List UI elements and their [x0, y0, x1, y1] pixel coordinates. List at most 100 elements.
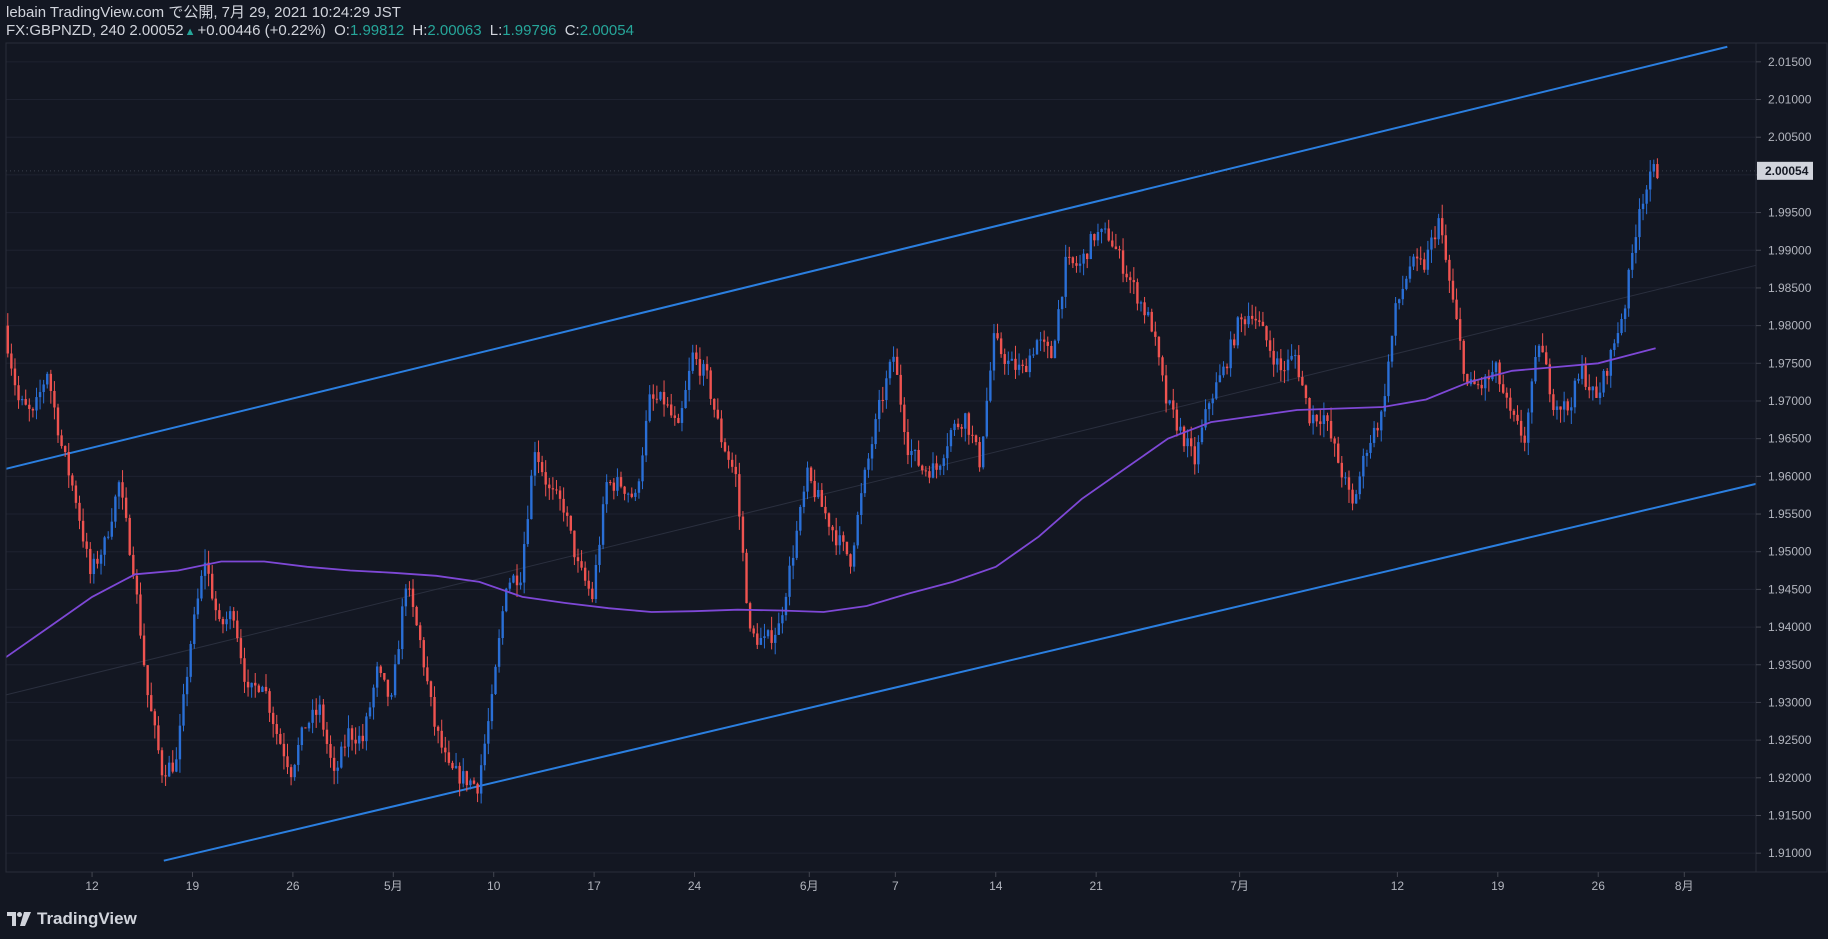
- candle-body: [1014, 358, 1017, 370]
- candle-body: [1050, 345, 1053, 359]
- candle-body: [713, 398, 716, 410]
- candle-body: [1437, 218, 1440, 240]
- candle-body: [444, 747, 447, 753]
- candle-body: [1315, 414, 1318, 422]
- price-tick-label: 1.91500: [1768, 808, 1812, 822]
- candle-body: [781, 615, 784, 624]
- candle-body: [1161, 357, 1164, 376]
- candle-body: [1369, 442, 1372, 453]
- candle-body: [791, 557, 795, 566]
- candle-body: [616, 477, 619, 491]
- candle-body: [974, 435, 978, 443]
- candle-body: [1301, 377, 1304, 386]
- candle-body: [167, 762, 171, 777]
- candle-body: [297, 744, 300, 765]
- candle-body: [899, 374, 902, 405]
- candle-body: [429, 681, 433, 697]
- candle-body: [730, 459, 734, 467]
- candle-body: [1258, 320, 1261, 322]
- candle-body: [716, 409, 720, 419]
- candle-body: [533, 452, 537, 476]
- candle-body: [1003, 354, 1006, 364]
- candle-body: [1132, 280, 1136, 283]
- candle-body: [1276, 358, 1279, 365]
- candle-body: [53, 390, 56, 408]
- candle-body: [1175, 409, 1179, 431]
- candle-body: [515, 575, 519, 586]
- candle-body: [28, 404, 31, 409]
- candle-body: [680, 408, 684, 423]
- candle-body: [311, 709, 314, 723]
- candle-body: [1580, 365, 1584, 379]
- candle-body: [1541, 345, 1544, 353]
- candle-body: [1114, 246, 1118, 250]
- candle-body: [390, 695, 393, 697]
- candle-body: [526, 519, 529, 545]
- candle-body: [329, 743, 332, 758]
- candle-body: [1182, 426, 1186, 447]
- candle-body: [476, 783, 479, 794]
- candle-body: [1505, 392, 1508, 398]
- candle-body: [1380, 411, 1383, 431]
- candle-body: [275, 724, 278, 734]
- candle-body: [512, 575, 515, 583]
- candle-body: [218, 610, 221, 620]
- candle-body: [1372, 427, 1376, 443]
- price-tick-label: 1.93000: [1768, 695, 1812, 709]
- candle-body: [734, 466, 737, 475]
- candle-body: [232, 611, 235, 621]
- candle-body: [1347, 477, 1351, 490]
- candle-body: [1243, 319, 1247, 325]
- price-chart[interactable]: 2.015002.010002.005002.000001.995001.990…: [0, 0, 1828, 939]
- axes[interactable]: 2.015002.010002.005002.000001.995001.990…: [5, 42, 1828, 893]
- candle-body: [1441, 218, 1444, 236]
- candle-body: [171, 762, 174, 772]
- price-tick-label: 1.99000: [1768, 243, 1812, 257]
- candle-body: [1211, 398, 1214, 404]
- candle-body: [834, 530, 838, 546]
- candle-body: [1387, 361, 1390, 397]
- candle-body: [440, 730, 443, 748]
- candle-body: [892, 356, 895, 362]
- candle-body: [820, 489, 824, 507]
- candle-body: [992, 333, 996, 371]
- candle-body: [85, 541, 88, 549]
- candle-body: [860, 493, 863, 515]
- candle-body: [1394, 303, 1397, 336]
- candle-body: [332, 757, 336, 771]
- candle-body: [1523, 435, 1526, 443]
- candle-body: [157, 725, 160, 751]
- candle-body: [1423, 259, 1426, 270]
- candle-body: [996, 333, 999, 339]
- candle-body: [472, 780, 476, 784]
- candle-body: [1286, 359, 1290, 371]
- candle-body: [1068, 256, 1071, 258]
- candle-body: [1254, 318, 1257, 321]
- candle-body: [462, 771, 465, 784]
- plot-frame: [5, 42, 1828, 873]
- candle-body: [236, 620, 239, 639]
- brand-name: TradingView: [37, 909, 137, 928]
- candle-body: [935, 463, 938, 470]
- candle-body: [1354, 494, 1358, 504]
- time-tick-label: 7月: [1230, 879, 1249, 893]
- candle-body: [418, 625, 422, 641]
- candle-body: [228, 611, 232, 620]
- candle-body: [655, 398, 659, 400]
- candle-body: [354, 739, 357, 744]
- tradingview-brand[interactable]: TradingView: [7, 909, 137, 929]
- channel-lines: [5, 45, 1757, 862]
- candle-body: [1265, 326, 1268, 341]
- candle-body: [795, 530, 798, 558]
- candle-body: [1390, 335, 1394, 362]
- candle-body: [1605, 370, 1609, 376]
- candle-body: [1340, 462, 1344, 478]
- candle-body: [497, 638, 501, 667]
- candle-body: [60, 435, 63, 447]
- candle-body: [214, 598, 217, 611]
- candle-body: [336, 767, 339, 771]
- candle-body: [1200, 427, 1204, 443]
- candle-body: [1268, 340, 1272, 351]
- candle-body: [626, 493, 630, 495]
- candle-body: [702, 364, 705, 376]
